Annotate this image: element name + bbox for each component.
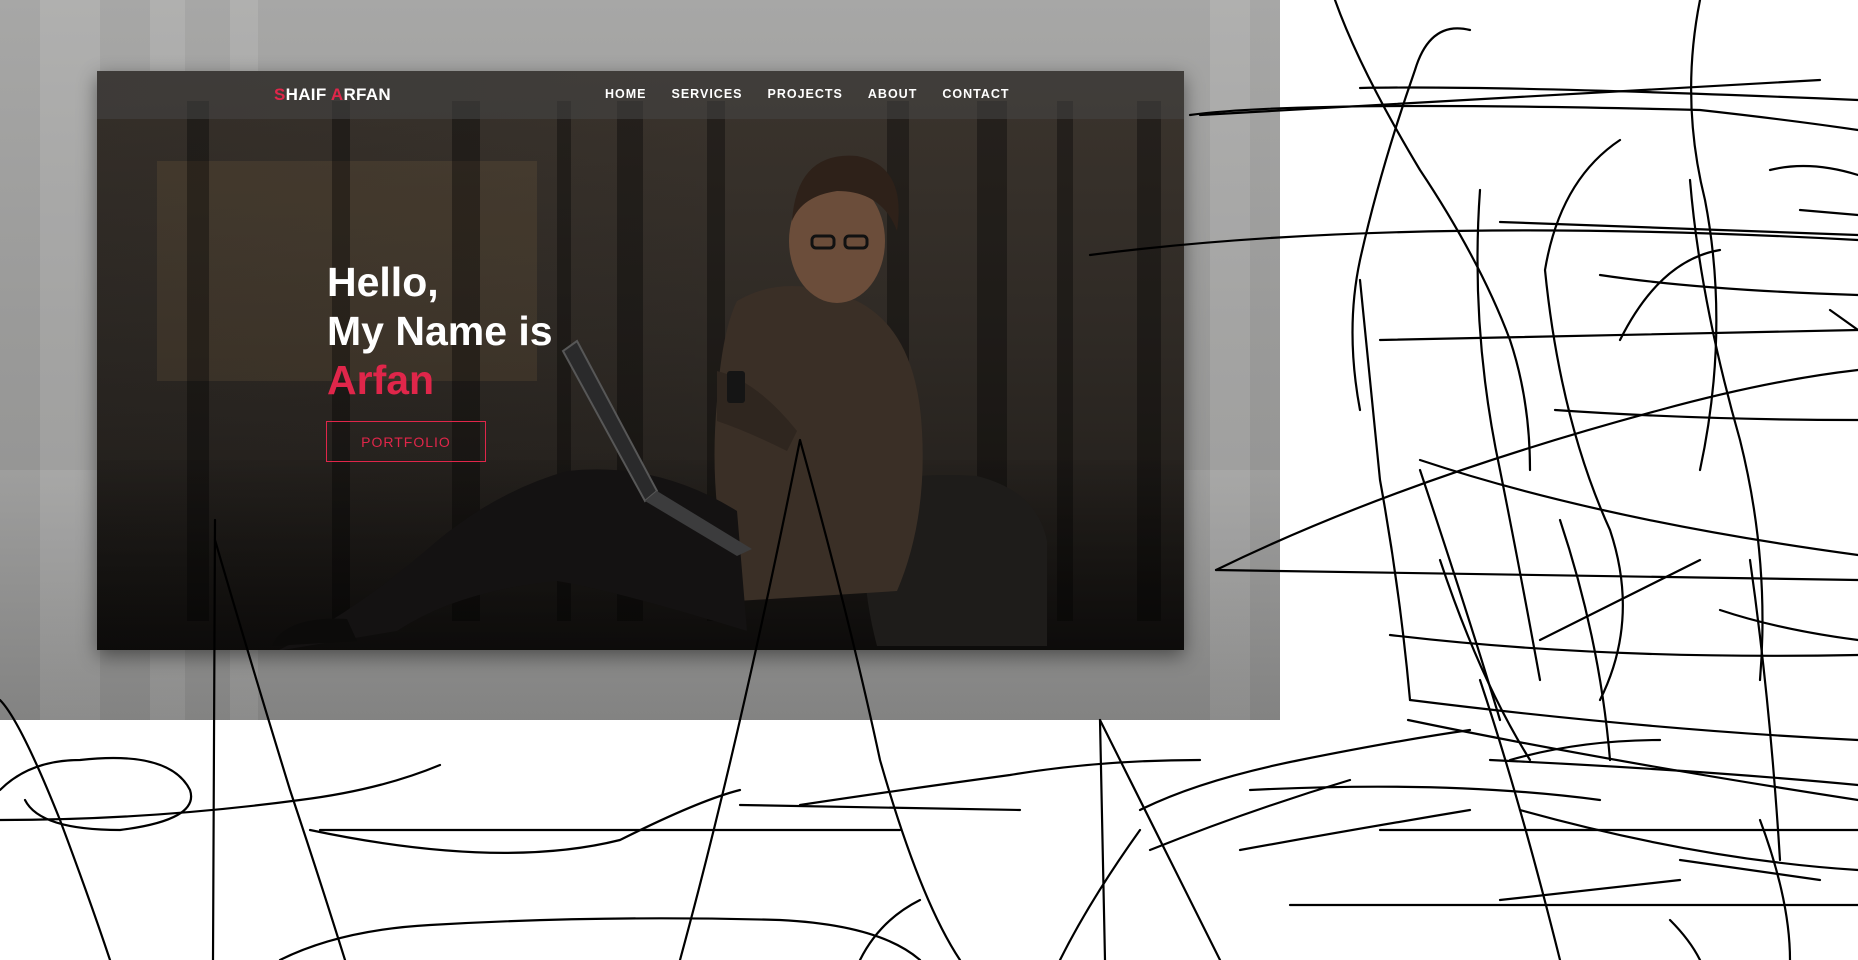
nav-services[interactable]: SERVICES: [672, 87, 743, 101]
hero-intro-line: My Name is: [327, 308, 553, 354]
main-nav: HOME SERVICES PROJECTS ABOUT CONTACT: [605, 87, 1035, 101]
nav-projects[interactable]: PROJECTS: [768, 87, 843, 101]
nav-contact[interactable]: CONTACT: [942, 87, 1009, 101]
smartphone-illustration: [727, 371, 745, 403]
nav-home[interactable]: HOME: [605, 87, 647, 101]
navbar: SHAIF ARFAN HOME SERVICES PROJECTS ABOUT…: [97, 71, 1184, 119]
hero-greeting: Hello,: [327, 259, 439, 305]
brand-logo[interactable]: SHAIF ARFAN: [274, 85, 391, 105]
hero-heading: Hello, My Name is Arfan: [327, 258, 553, 405]
brand-first-initial: S: [274, 85, 286, 104]
portfolio-button[interactable]: PORTFOLIO: [326, 421, 486, 462]
hero-name: Arfan: [327, 357, 435, 403]
nav-about[interactable]: ABOUT: [868, 87, 917, 101]
person-illustration: [272, 155, 1047, 650]
brand-last-initial: A: [330, 85, 344, 104]
brand-first-rest: HAIF: [285, 85, 331, 104]
brand-last-rest: RFAN: [343, 85, 391, 104]
hero-section: SHAIF ARFAN HOME SERVICES PROJECTS ABOUT…: [97, 71, 1184, 650]
